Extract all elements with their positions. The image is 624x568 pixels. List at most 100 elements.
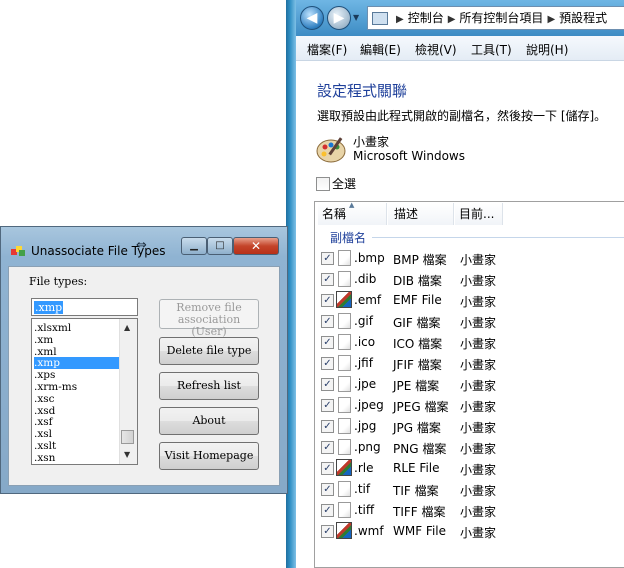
chevron-right-icon[interactable]: ▶ [396, 14, 404, 25]
list-item[interactable]: .xsc [34, 393, 120, 405]
menu-help[interactable]: 說明(H) [526, 41, 568, 58]
breadcrumb-control-panel[interactable]: 控制台 [408, 11, 444, 25]
row-checkbox[interactable]: ✓ [321, 441, 334, 454]
menu-file[interactable]: 檔案(F) [307, 41, 347, 58]
file-type-icon [338, 250, 351, 266]
row-current-program: 小畫家 [460, 358, 497, 372]
scroll-up-icon[interactable]: ▲ [124, 323, 130, 332]
list-item[interactable]: .xps [34, 369, 120, 381]
row-extension: .dib [354, 272, 377, 286]
row-current-program: 小畫家 [460, 316, 497, 330]
row-current-program: 小畫家 [460, 337, 497, 351]
remove-association-button[interactable]: Remove file association (User) [159, 299, 259, 338]
forward-button[interactable]: ▶ [327, 6, 351, 30]
row-extension: .jfif [354, 356, 373, 370]
list-item[interactable]: .xslt [34, 440, 120, 452]
menu-edit[interactable]: 編輯(E) [360, 41, 401, 58]
row-checkbox[interactable]: ✓ [321, 336, 334, 349]
row-current-program: 小畫家 [460, 484, 497, 498]
table-row[interactable]: ✓ .jfif JFIF 檔案 小畫家 [318, 353, 624, 374]
maximize-button[interactable]: □ [207, 237, 233, 255]
menu-view[interactable]: 檢視(V) [415, 41, 457, 58]
group-header: 副檔名 [330, 231, 367, 245]
row-extension: .tiff [354, 503, 375, 517]
file-type-input[interactable]: .xmp [31, 298, 138, 316]
menu-tools[interactable]: 工具(T) [471, 41, 512, 58]
row-current-program: 小畫家 [460, 379, 497, 393]
back-arrow-icon: ◀ [306, 10, 318, 26]
row-extension: .png [354, 440, 381, 454]
table-row[interactable]: ✓ .emf EMF File 小畫家 [318, 290, 624, 311]
table-row[interactable]: ✓ .tiff TIFF 檔案 小畫家 [318, 500, 624, 521]
file-type-icon [338, 397, 351, 413]
row-checkbox[interactable]: ✓ [321, 273, 334, 286]
forward-arrow-icon: ▶ [333, 10, 345, 26]
column-header-description[interactable]: 描述 [388, 203, 454, 225]
table-row[interactable]: ✓ .jpeg JPEG 檔案 小畫家 [318, 395, 624, 416]
scrollbar-thumb[interactable] [121, 430, 134, 444]
chevron-right-icon[interactable]: ▶ [448, 14, 456, 25]
minimize-button[interactable]: ▁ [181, 237, 207, 255]
row-extension: .jpe [354, 377, 377, 391]
visit-homepage-button[interactable]: Visit Homepage [159, 442, 259, 470]
table-row[interactable]: ✓ .tif TIF 檔案 小畫家 [318, 479, 624, 500]
list-item[interactable]: .xsd [34, 405, 120, 417]
table-row[interactable]: ✓ .jpg JPG 檔案 小畫家 [318, 416, 624, 437]
back-button[interactable]: ◀ [300, 6, 324, 30]
program-name: 小畫家 [353, 135, 390, 149]
row-checkbox[interactable]: ✓ [321, 399, 334, 412]
row-checkbox[interactable]: ✓ [321, 378, 334, 391]
list-item[interactable]: .xmp [34, 357, 120, 370]
table-row[interactable]: ✓ .dib DIB 檔案 小畫家 [318, 269, 624, 290]
row-extension: .gif [354, 314, 373, 328]
table-row[interactable]: ✓ .wmf WMF File 小畫家 [318, 521, 624, 542]
column-header-current[interactable]: 目前... [455, 203, 503, 225]
row-description: DIB 檔案 [393, 274, 442, 288]
list-item[interactable]: .xsf [34, 416, 120, 428]
table-row[interactable]: ✓ .rle RLE File 小畫家 [318, 458, 624, 479]
about-button[interactable]: About [159, 407, 259, 435]
address-box[interactable]: ▶ 控制台 ▶ 所有控制台項目 ▶ 預設程式 [367, 6, 624, 30]
row-checkbox[interactable]: ✓ [321, 315, 334, 328]
select-all-checkbox[interactable] [316, 177, 330, 191]
table-row[interactable]: ✓ .bmp BMP 檔案 小畫家 [318, 248, 624, 269]
refresh-list-button[interactable]: Refresh list [159, 372, 259, 400]
scroll-down-icon[interactable]: ▼ [124, 450, 130, 459]
file-type-icon [338, 313, 351, 329]
row-checkbox[interactable]: ✓ [321, 504, 334, 517]
row-checkbox[interactable]: ✓ [321, 525, 334, 538]
breadcrumb-default-programs[interactable]: 預設程式 [559, 11, 607, 25]
list-item[interactable]: .xsl [34, 428, 120, 440]
table-row[interactable]: ✓ .ico ICO 檔案 小畫家 [318, 332, 624, 353]
breadcrumb-all-items[interactable]: 所有控制台項目 [459, 11, 543, 25]
row-description: WMF File [393, 524, 447, 538]
list-item[interactable]: .xsn [34, 452, 120, 464]
row-description: JPEG 檔案 [393, 400, 449, 414]
row-checkbox[interactable]: ✓ [321, 357, 334, 370]
chevron-right-icon[interactable]: ▶ [547, 14, 555, 25]
table-row[interactable]: ✓ .gif GIF 檔案 小畫家 [318, 311, 624, 332]
row-checkbox[interactable]: ✓ [321, 420, 334, 433]
file-type-icon [338, 334, 351, 350]
list-item[interactable]: .xlsxml [34, 322, 120, 334]
list-item[interactable]: .xrm-ms [34, 381, 120, 393]
select-all-label[interactable]: 全選 [332, 175, 356, 192]
list-item[interactable]: .xm [34, 334, 120, 346]
row-checkbox[interactable]: ✓ [321, 483, 334, 496]
row-description: JPE 檔案 [393, 379, 440, 393]
file-type-icon [338, 376, 351, 392]
row-description: GIF 檔案 [393, 316, 441, 330]
list-item[interactable]: .xml [34, 346, 120, 358]
table-row[interactable]: ✓ .png PNG 檔案 小畫家 [318, 437, 624, 458]
row-checkbox[interactable]: ✓ [321, 294, 334, 307]
row-extension: .bmp [354, 251, 385, 265]
row-current-program: 小畫家 [460, 421, 497, 435]
row-checkbox[interactable]: ✓ [321, 462, 334, 475]
row-checkbox[interactable]: ✓ [321, 252, 334, 265]
close-button[interactable]: ✕ [233, 237, 279, 255]
row-extension: .emf [354, 293, 382, 307]
history-dropdown-icon[interactable]: ▼ [353, 13, 359, 22]
delete-file-type-button[interactable]: Delete file type [159, 337, 259, 365]
table-row[interactable]: ✓ .jpe JPE 檔案 小畫家 [318, 374, 624, 395]
row-description: TIFF 檔案 [393, 505, 446, 519]
